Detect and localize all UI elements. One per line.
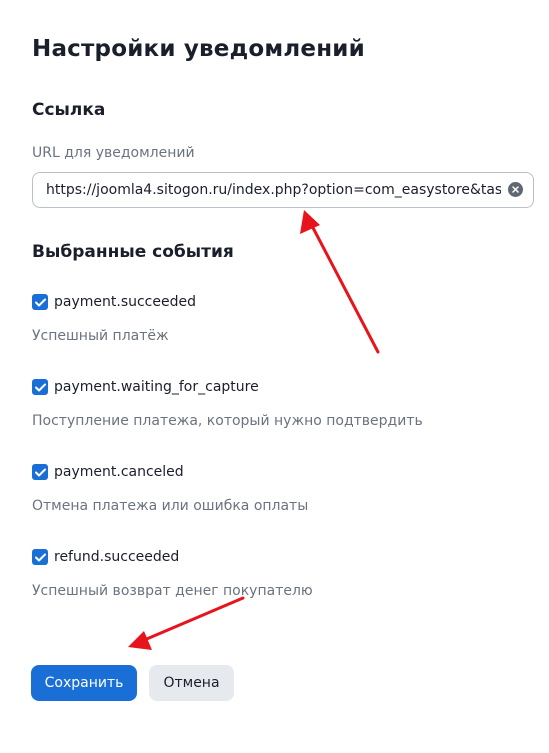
check-icon (34, 468, 46, 476)
event-item-payment-succeeded: payment.succeeded Успешный платёж (32, 292, 196, 344)
clear-icon[interactable] (508, 182, 523, 197)
save-button[interactable]: Сохранить (31, 665, 137, 701)
url-field-label: URL для уведомлений (32, 145, 195, 161)
event-description: Отмена платежа или ошибка оплаты (32, 498, 309, 514)
event-checkbox[interactable] (32, 379, 48, 395)
event-description: Успешный платёж (32, 328, 169, 344)
event-name: payment.waiting_for_capture (54, 379, 259, 395)
event-description: Поступление платежа, который нужно подтв… (32, 413, 423, 429)
cancel-button[interactable]: Отмена (149, 665, 234, 701)
event-description: Успешный возврат денег покупателю (32, 583, 313, 599)
event-name: refund.succeeded (54, 549, 180, 565)
event-checkbox[interactable] (32, 549, 48, 565)
check-icon (34, 383, 46, 391)
url-field (32, 172, 534, 208)
annotation-arrow-url (300, 210, 380, 354)
event-item-payment-canceled: payment.canceled Отмена платежа или ошиб… (32, 462, 308, 514)
check-icon (34, 553, 46, 561)
event-item-payment-waiting-for-capture: payment.waiting_for_capture Поступление … (32, 377, 423, 429)
annotation-arrow-save (128, 596, 245, 650)
event-checkbox[interactable] (32, 464, 48, 480)
event-item-refund-succeeded: refund.succeeded Успешный возврат денег … (32, 547, 313, 599)
event-name: payment.canceled (54, 464, 184, 480)
event-name: payment.succeeded (54, 294, 196, 310)
notification-settings-page: Настройки уведомлений Ссылка URL для уве… (0, 0, 549, 753)
events-section-heading: Выбранные события (32, 242, 234, 262)
page-title: Настройки уведомлений (32, 36, 365, 62)
event-checkbox[interactable] (32, 294, 48, 310)
link-section-heading: Ссылка (32, 100, 106, 120)
url-input[interactable] (33, 173, 501, 206)
check-icon (34, 298, 46, 306)
